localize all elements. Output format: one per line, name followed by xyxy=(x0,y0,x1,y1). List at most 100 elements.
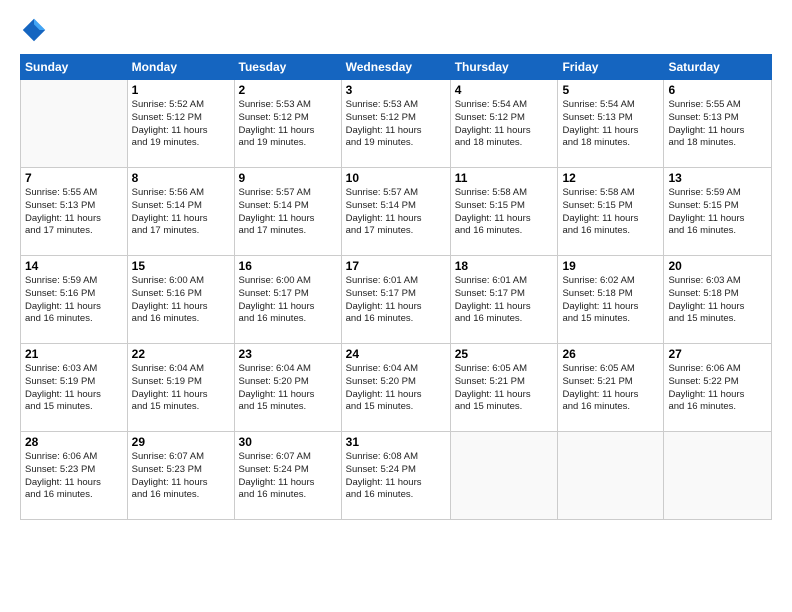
day-number: 1 xyxy=(132,83,230,97)
day-number: 8 xyxy=(132,171,230,185)
day-number: 5 xyxy=(562,83,659,97)
day-info: Sunrise: 5:55 AM Sunset: 5:13 PM Dayligh… xyxy=(668,99,767,150)
day-header-monday: Monday xyxy=(127,55,234,80)
calendar-header: SundayMondayTuesdayWednesdayThursdayFrid… xyxy=(21,55,772,80)
day-info: Sunrise: 5:58 AM Sunset: 5:15 PM Dayligh… xyxy=(455,187,554,238)
day-info: Sunrise: 6:03 AM Sunset: 5:19 PM Dayligh… xyxy=(25,363,123,414)
calendar-cell: 25 Sunrise: 6:05 AM Sunset: 5:21 PM Dayli… xyxy=(450,344,558,432)
day-number: 26 xyxy=(562,347,659,361)
day-info: Sunrise: 5:53 AM Sunset: 5:12 PM Dayligh… xyxy=(239,99,337,150)
day-number: 14 xyxy=(25,259,123,273)
day-number: 25 xyxy=(455,347,554,361)
day-info: Sunrise: 5:52 AM Sunset: 5:12 PM Dayligh… xyxy=(132,99,230,150)
day-info: Sunrise: 6:04 AM Sunset: 5:20 PM Dayligh… xyxy=(239,363,337,414)
calendar-cell xyxy=(664,432,772,520)
page: SundayMondayTuesdayWednesdayThursdayFrid… xyxy=(0,0,792,612)
calendar-cell: 15Sunrise: 6:00 AM Sunset: 5:16 PM Dayli… xyxy=(127,256,234,344)
day-info: Sunrise: 5:57 AM Sunset: 5:14 PM Dayligh… xyxy=(239,187,337,238)
calendar-cell: 1 Sunrise: 5:52 AM Sunset: 5:12 PM Daylig… xyxy=(127,80,234,168)
day-info: Sunrise: 6:07 AM Sunset: 5:23 PM Dayligh… xyxy=(132,451,230,502)
day-number: 31 xyxy=(346,435,446,449)
day-number: 24 xyxy=(346,347,446,361)
day-info: Sunrise: 6:05 AM Sunset: 5:21 PM Dayligh… xyxy=(455,363,554,414)
day-number: 7 xyxy=(25,171,123,185)
day-number: 28 xyxy=(25,435,123,449)
calendar-cell: 31 Sunrise: 6:08 AM Sunset: 5:24 PM Dayli… xyxy=(341,432,450,520)
calendar-cell: 4 Sunrise: 5:54 AM Sunset: 5:12 PM Daylig… xyxy=(450,80,558,168)
day-number: 12 xyxy=(562,171,659,185)
day-number: 15 xyxy=(132,259,230,273)
calendar-cell: 5 Sunrise: 5:54 AM Sunset: 5:13 PM Daylig… xyxy=(558,80,664,168)
day-info: Sunrise: 5:53 AM Sunset: 5:12 PM Dayligh… xyxy=(346,99,446,150)
calendar-cell: 3 Sunrise: 5:53 AM Sunset: 5:12 PM Daylig… xyxy=(341,80,450,168)
day-info: Sunrise: 5:54 AM Sunset: 5:12 PM Dayligh… xyxy=(455,99,554,150)
logo xyxy=(20,16,52,44)
week-row-4: 21 Sunrise: 6:03 AM Sunset: 5:19 PM Dayli… xyxy=(21,344,772,432)
day-info: Sunrise: 6:04 AM Sunset: 5:20 PM Dayligh… xyxy=(346,363,446,414)
day-info: Sunrise: 6:01 AM Sunset: 5:17 PM Dayligh… xyxy=(455,275,554,326)
day-number: 16 xyxy=(239,259,337,273)
calendar-cell: 30Sunrise: 6:07 AM Sunset: 5:24 PM Dayli… xyxy=(234,432,341,520)
day-number: 27 xyxy=(668,347,767,361)
day-number: 6 xyxy=(668,83,767,97)
day-header-sunday: Sunday xyxy=(21,55,128,80)
day-info: Sunrise: 5:58 AM Sunset: 5:15 PM Dayligh… xyxy=(562,187,659,238)
day-number: 11 xyxy=(455,171,554,185)
logo-icon xyxy=(20,16,48,44)
day-number: 9 xyxy=(239,171,337,185)
day-number: 4 xyxy=(455,83,554,97)
calendar-cell: 14 Sunrise: 5:59 AM Sunset: 5:16 PM Dayli… xyxy=(21,256,128,344)
day-header-thursday: Thursday xyxy=(450,55,558,80)
day-number: 20 xyxy=(668,259,767,273)
calendar-cell: 16 Sunrise: 6:00 AM Sunset: 5:17 PM Dayli… xyxy=(234,256,341,344)
day-info: Sunrise: 6:04 AM Sunset: 5:19 PM Dayligh… xyxy=(132,363,230,414)
day-number: 3 xyxy=(346,83,446,97)
day-number: 10 xyxy=(346,171,446,185)
calendar-cell: 20Sunrise: 6:03 AM Sunset: 5:18 PM Dayli… xyxy=(664,256,772,344)
calendar-body: 1 Sunrise: 5:52 AM Sunset: 5:12 PM Daylig… xyxy=(21,80,772,520)
day-number: 23 xyxy=(239,347,337,361)
header-row: SundayMondayTuesdayWednesdayThursdayFrid… xyxy=(21,55,772,80)
day-info: Sunrise: 6:08 AM Sunset: 5:24 PM Dayligh… xyxy=(346,451,446,502)
day-header-tuesday: Tuesday xyxy=(234,55,341,80)
day-header-wednesday: Wednesday xyxy=(341,55,450,80)
day-number: 2 xyxy=(239,83,337,97)
day-number: 17 xyxy=(346,259,446,273)
calendar-cell xyxy=(558,432,664,520)
calendar-cell: 19Sunrise: 6:02 AM Sunset: 5:18 PM Dayli… xyxy=(558,256,664,344)
day-info: Sunrise: 5:59 AM Sunset: 5:16 PM Dayligh… xyxy=(25,275,123,326)
calendar-cell xyxy=(21,80,128,168)
calendar-cell: 7 Sunrise: 5:55 AM Sunset: 5:13 PM Daylig… xyxy=(21,168,128,256)
day-number: 13 xyxy=(668,171,767,185)
header xyxy=(20,16,772,44)
calendar-cell: 22 Sunrise: 6:04 AM Sunset: 5:19 PM Dayli… xyxy=(127,344,234,432)
calendar-table: SundayMondayTuesdayWednesdayThursdayFrid… xyxy=(20,54,772,520)
calendar-cell xyxy=(450,432,558,520)
day-info: Sunrise: 6:06 AM Sunset: 5:23 PM Dayligh… xyxy=(25,451,123,502)
calendar-cell: 8 Sunrise: 5:56 AM Sunset: 5:14 PM Daylig… xyxy=(127,168,234,256)
day-info: Sunrise: 5:55 AM Sunset: 5:13 PM Dayligh… xyxy=(25,187,123,238)
day-info: Sunrise: 5:56 AM Sunset: 5:14 PM Dayligh… xyxy=(132,187,230,238)
day-info: Sunrise: 5:54 AM Sunset: 5:13 PM Dayligh… xyxy=(562,99,659,150)
day-info: Sunrise: 6:00 AM Sunset: 5:17 PM Dayligh… xyxy=(239,275,337,326)
day-header-friday: Friday xyxy=(558,55,664,80)
week-row-1: 1 Sunrise: 5:52 AM Sunset: 5:12 PM Daylig… xyxy=(21,80,772,168)
day-number: 22 xyxy=(132,347,230,361)
calendar-cell: 18 Sunrise: 6:01 AM Sunset: 5:17 PM Dayli… xyxy=(450,256,558,344)
day-number: 18 xyxy=(455,259,554,273)
calendar-cell: 6 Sunrise: 5:55 AM Sunset: 5:13 PM Daylig… xyxy=(664,80,772,168)
day-info: Sunrise: 6:07 AM Sunset: 5:24 PM Dayligh… xyxy=(239,451,337,502)
day-number: 21 xyxy=(25,347,123,361)
day-info: Sunrise: 6:01 AM Sunset: 5:17 PM Dayligh… xyxy=(346,275,446,326)
week-row-3: 14 Sunrise: 5:59 AM Sunset: 5:16 PM Dayli… xyxy=(21,256,772,344)
calendar-cell: 27Sunrise: 6:06 AM Sunset: 5:22 PM Dayli… xyxy=(664,344,772,432)
calendar-cell: 28 Sunrise: 6:06 AM Sunset: 5:23 PM Dayli… xyxy=(21,432,128,520)
calendar-cell: 13Sunrise: 5:59 AM Sunset: 5:15 PM Dayli… xyxy=(664,168,772,256)
day-info: Sunrise: 6:05 AM Sunset: 5:21 PM Dayligh… xyxy=(562,363,659,414)
calendar-cell: 10Sunrise: 5:57 AM Sunset: 5:14 PM Dayli… xyxy=(341,168,450,256)
calendar-cell: 17 Sunrise: 6:01 AM Sunset: 5:17 PM Dayli… xyxy=(341,256,450,344)
week-row-2: 7 Sunrise: 5:55 AM Sunset: 5:13 PM Daylig… xyxy=(21,168,772,256)
calendar-cell: 9 Sunrise: 5:57 AM Sunset: 5:14 PM Daylig… xyxy=(234,168,341,256)
day-number: 29 xyxy=(132,435,230,449)
calendar-cell: 11 Sunrise: 5:58 AM Sunset: 5:15 PM Dayli… xyxy=(450,168,558,256)
